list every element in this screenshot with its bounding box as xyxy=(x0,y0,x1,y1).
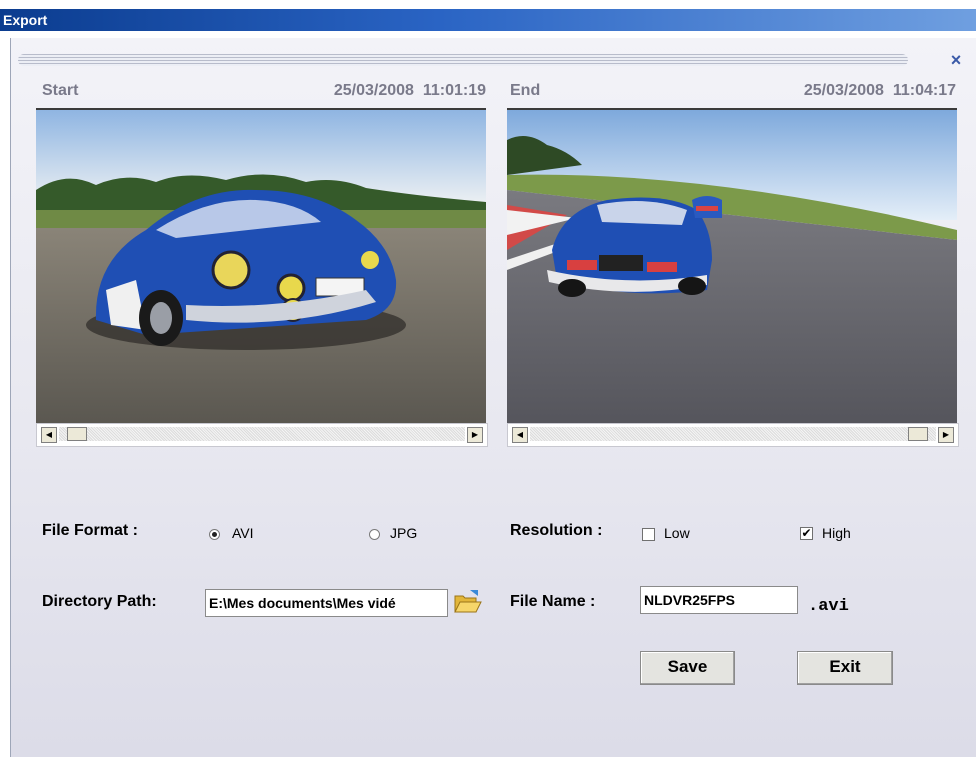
save-button[interactable]: Save xyxy=(640,651,735,685)
file-extension: .avi xyxy=(808,597,849,616)
exit-button[interactable]: Exit xyxy=(797,651,893,685)
end-timestamp: 25/03/2008 11:04:17 xyxy=(760,82,956,102)
low-checkbox[interactable] xyxy=(642,528,655,541)
end-time: 11:04:17 xyxy=(892,82,956,99)
window-title: Export xyxy=(3,12,48,28)
start-timestamp: 25/03/2008 11:01:19 xyxy=(290,82,486,102)
start-date: 25/03/2008 xyxy=(333,82,414,99)
start-time: 11:01:19 xyxy=(422,82,486,99)
end-scrollbar[interactable]: ◀ ▶ xyxy=(507,423,959,447)
resolution-label: Resolution : xyxy=(510,522,603,539)
file-format-label: File Format : xyxy=(42,522,139,539)
jpg-radio[interactable] xyxy=(369,529,380,540)
start-frame-preview xyxy=(36,108,486,425)
end-label: End xyxy=(510,82,541,99)
end-scroll-track[interactable] xyxy=(530,427,936,441)
end-frame-preview xyxy=(507,108,957,425)
end-scroll-right-icon[interactable]: ▶ xyxy=(938,427,954,443)
avi-option-label[interactable]: AVI xyxy=(232,525,254,541)
low-option-label[interactable]: Low xyxy=(664,525,690,541)
file-name-label: File Name : xyxy=(510,593,596,610)
start-frame-image xyxy=(36,110,486,425)
jpg-option-label[interactable]: JPG xyxy=(390,525,417,541)
folder-open-icon[interactable] xyxy=(452,588,482,616)
start-scrollbar[interactable]: ◀ ▶ xyxy=(36,423,488,447)
high-checkbox[interactable]: ✔ xyxy=(800,527,813,540)
high-option-label[interactable]: High xyxy=(822,525,851,541)
directory-path-label: Directory Path: xyxy=(42,593,157,610)
start-scroll-left-icon[interactable]: ◀ xyxy=(41,427,57,443)
start-scroll-thumb[interactable] xyxy=(67,427,87,441)
end-frame-image xyxy=(507,110,957,425)
file-name-field[interactable]: NLDVR25FPS xyxy=(640,586,798,614)
end-scroll-thumb[interactable] xyxy=(908,427,928,441)
avi-radio[interactable] xyxy=(209,529,220,540)
start-label: Start xyxy=(42,82,79,99)
title-bar: Export xyxy=(0,9,976,31)
drag-grip[interactable] xyxy=(18,54,908,66)
end-scroll-left-icon[interactable]: ◀ xyxy=(512,427,528,443)
start-scroll-track[interactable] xyxy=(59,427,465,441)
start-scroll-right-icon[interactable]: ▶ xyxy=(467,427,483,443)
end-date: 25/03/2008 xyxy=(803,82,884,99)
close-icon[interactable]: × xyxy=(946,51,966,69)
directory-path-field[interactable]: E:\Mes documents\Mes vidé xyxy=(205,589,448,617)
